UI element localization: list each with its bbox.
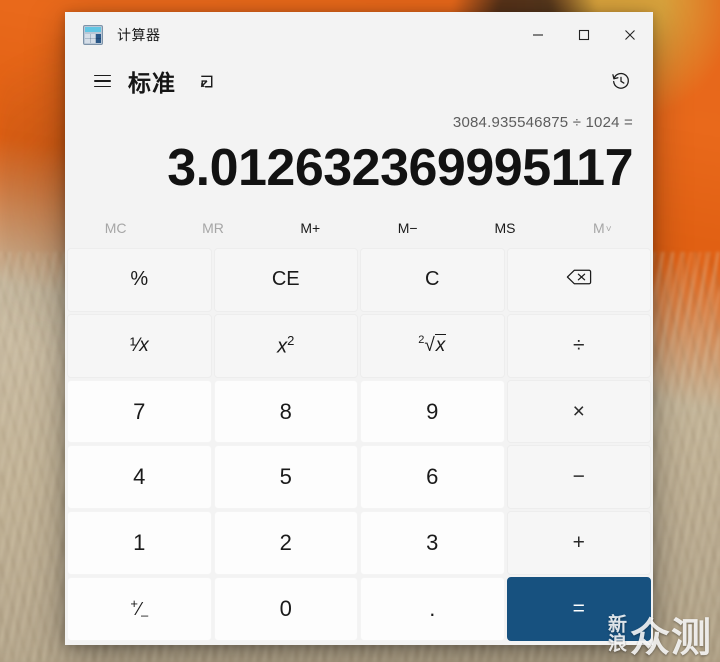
page-title: 标准 — [128, 70, 176, 96]
multiply-label: × — [572, 399, 585, 423]
equals-label: = — [572, 597, 585, 621]
clear-label: C — [425, 268, 440, 291]
history-icon[interactable] — [603, 63, 639, 99]
add-label: + — [572, 531, 585, 555]
square-root-label: 2 √x — [418, 333, 447, 356]
digit-9-button[interactable]: 9 — [360, 379, 505, 444]
backspace-icon — [566, 268, 592, 292]
memory-button-row: MC MR M+ M− MS M ˅ — [65, 210, 653, 246]
memory-store-label: MS — [494, 220, 516, 236]
digit-5-button[interactable]: 5 — [213, 445, 358, 510]
negate-label: +⁄– — [130, 595, 149, 623]
reciprocal-button[interactable]: ¹⁄x — [67, 313, 212, 378]
title-bar[interactable]: 计算器 — [65, 12, 653, 58]
digit-7-label: 7 — [133, 398, 146, 424]
result-text[interactable]: 3.012632369995117 — [85, 136, 633, 206]
expression-text: 3084.935546875 ÷ 1024 = — [452, 114, 633, 131]
percent-label: % — [130, 268, 149, 291]
maximize-icon[interactable] — [561, 12, 607, 58]
keypad: % CE C ¹⁄x x2 2 √x ÷ 7 8 9 × 4 5 6 − 1 2… — [65, 246, 653, 645]
divide-button[interactable]: ÷ — [506, 313, 651, 378]
decimal-point-button[interactable]: . — [360, 577, 505, 641]
square-button[interactable]: x2 — [213, 313, 358, 378]
calculator-display: 3084.935546875 ÷ 1024 = 3.01263236999511… — [65, 104, 653, 206]
memory-subtract-label: M− — [397, 220, 418, 236]
equals-button[interactable]: = — [506, 577, 651, 641]
square-label: x2 — [277, 332, 295, 358]
hamburger-menu-icon[interactable] — [82, 61, 122, 101]
backspace-button[interactable] — [506, 248, 651, 312]
calculator-icon — [83, 25, 103, 45]
digit-4-button[interactable]: 4 — [67, 445, 212, 510]
memory-clear-button[interactable]: MC — [67, 210, 164, 246]
digit-8-label: 8 — [279, 398, 292, 424]
digit-8-button[interactable]: 8 — [213, 379, 358, 444]
add-button[interactable]: + — [506, 511, 651, 576]
digit-1-button[interactable]: 1 — [67, 511, 212, 576]
digit-9-label: 9 — [426, 398, 439, 424]
memory-list-button[interactable]: M ˅ — [554, 210, 651, 246]
square-root-button[interactable]: 2 √x — [360, 313, 505, 378]
calculator-window: 计算器 标准 3084.935546875 ÷ 1024 = 3.0126323… — [65, 12, 653, 645]
digit-7-button[interactable]: 7 — [67, 379, 212, 444]
clear-button[interactable]: C — [360, 248, 505, 312]
subtract-label: − — [572, 465, 585, 489]
memory-list-label: M — [593, 220, 605, 236]
clear-entry-label: CE — [271, 268, 300, 291]
digit-2-label: 2 — [279, 530, 292, 556]
digit-1-label: 1 — [133, 530, 146, 556]
minimize-icon[interactable] — [515, 12, 561, 58]
clear-entry-button[interactable]: CE — [213, 248, 358, 312]
digit-4-label: 4 — [133, 464, 146, 490]
memory-clear-label: MC — [104, 220, 127, 236]
digit-6-label: 6 — [426, 464, 439, 490]
decimal-point-label: . — [429, 596, 436, 622]
mode-bar: 标准 — [65, 58, 653, 104]
close-icon[interactable] — [607, 12, 653, 58]
memory-subtract-button[interactable]: M− — [359, 210, 456, 246]
digit-0-label: 0 — [279, 596, 292, 622]
digit-3-button[interactable]: 3 — [360, 511, 505, 576]
memory-add-button[interactable]: M+ — [262, 210, 359, 246]
negate-button[interactable]: +⁄– — [67, 577, 212, 641]
multiply-button[interactable]: × — [506, 379, 651, 444]
digit-0-button[interactable]: 0 — [213, 577, 358, 641]
memory-store-button[interactable]: MS — [456, 210, 553, 246]
divide-label: ÷ — [572, 333, 585, 357]
window-controls — [515, 12, 653, 58]
keep-on-top-icon[interactable] — [190, 65, 222, 97]
desktop-background: 计算器 标准 3084.935546875 ÷ 1024 = 3.0126323… — [0, 0, 720, 662]
digit-5-label: 5 — [279, 464, 292, 490]
memory-recall-label: MR — [202, 220, 224, 236]
chevron-down-icon: ˅ — [605, 223, 612, 235]
memory-add-label: M+ — [300, 220, 321, 236]
memory-recall-button[interactable]: MR — [164, 210, 261, 246]
percent-button[interactable]: % — [67, 248, 212, 312]
subtract-button[interactable]: − — [506, 445, 651, 510]
window-title: 计算器 — [117, 27, 161, 43]
digit-2-button[interactable]: 2 — [213, 511, 358, 576]
reciprocal-label: ¹⁄x — [129, 334, 149, 356]
digit-6-button[interactable]: 6 — [360, 445, 505, 510]
digit-3-label: 3 — [426, 530, 439, 556]
